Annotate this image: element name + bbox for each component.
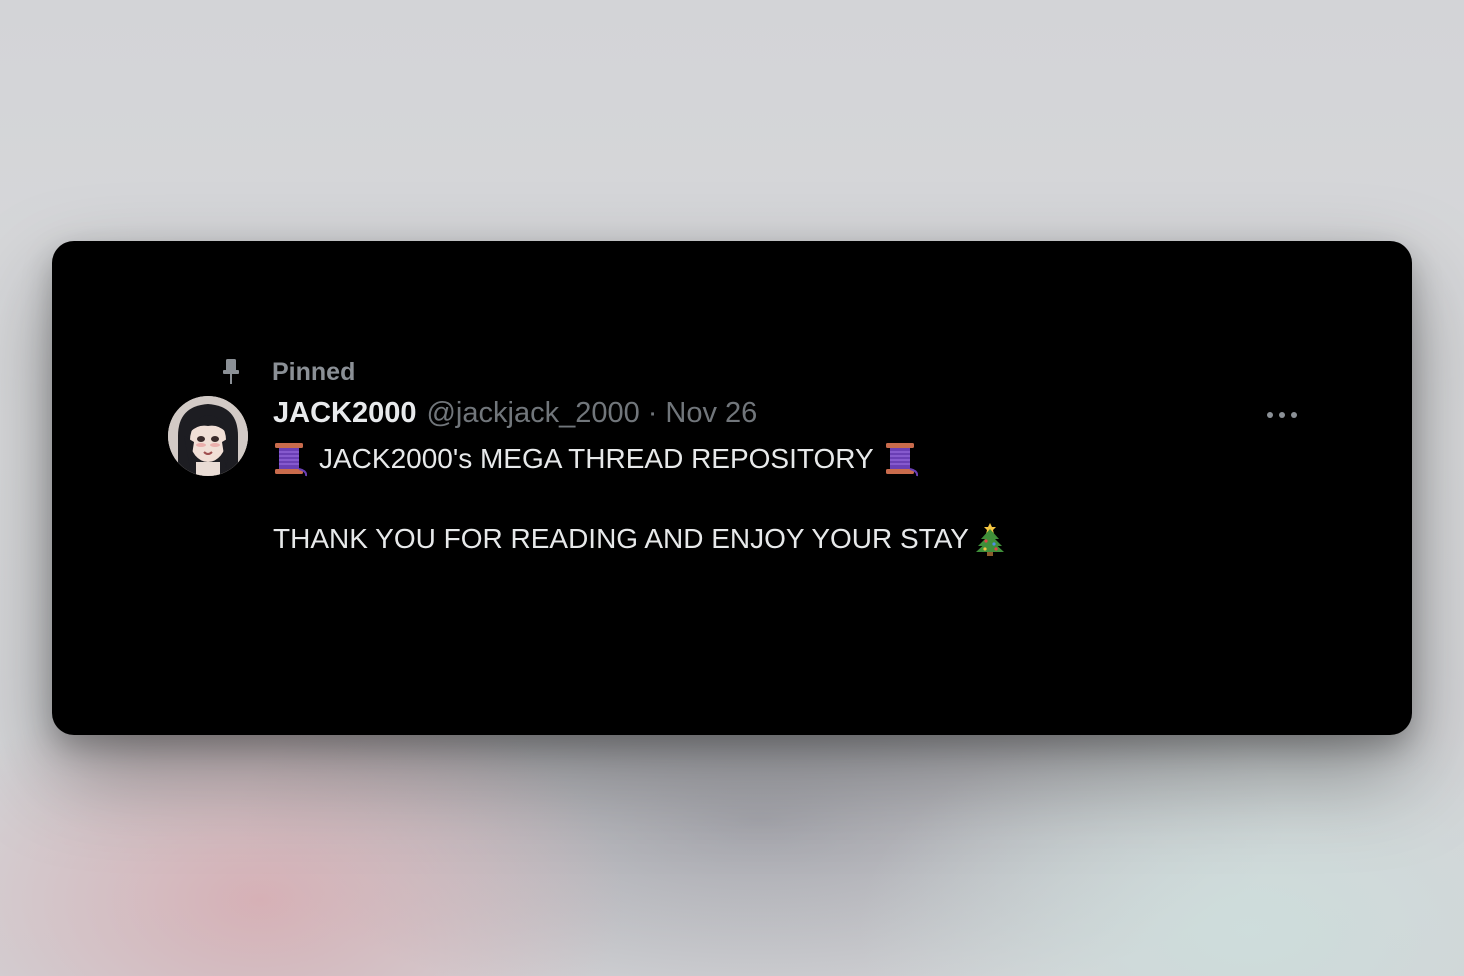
tweet-text-line-1-content: JACK2000's MEGA THREAD REPOSITORY bbox=[319, 443, 874, 474]
spool-of-thread-emoji bbox=[273, 441, 308, 477]
tweet-text-line-1: JACK2000's MEGA THREAD REPOSITORY bbox=[273, 439, 1273, 479]
pin-icon bbox=[218, 356, 244, 386]
avatar[interactable] bbox=[168, 396, 248, 476]
tweet-date[interactable]: Nov 26 bbox=[665, 397, 757, 430]
christmas-tree-emoji bbox=[973, 521, 1007, 557]
separator-dot: · bbox=[647, 397, 658, 429]
tweet-text-line-2: THANK YOU FOR READING AND ENJOY YOUR STA… bbox=[273, 519, 1273, 559]
tweet-text-line-2-content: THANK YOU FOR READING AND ENJOY YOUR STA… bbox=[273, 523, 969, 554]
display-name[interactable]: JACK2000 bbox=[273, 397, 416, 430]
more-options-button[interactable] bbox=[1262, 403, 1302, 427]
spool-of-thread-emoji bbox=[884, 441, 918, 477]
user-handle[interactable]: @jackjack_2000 bbox=[426, 397, 639, 430]
tweet-card[interactable]: Pinned JACK2000 @jackjack_2000 · Nov 26 bbox=[52, 241, 1412, 735]
tweet-text-blank-line bbox=[273, 479, 1273, 519]
pinned-label: Pinned bbox=[272, 358, 356, 386]
more-icon bbox=[1266, 406, 1298, 424]
tweet-text: JACK2000's MEGA THREAD REPOSITORY THANK … bbox=[273, 439, 1273, 559]
tweet-header: JACK2000 @jackjack_2000 · Nov 26 bbox=[273, 397, 757, 433]
